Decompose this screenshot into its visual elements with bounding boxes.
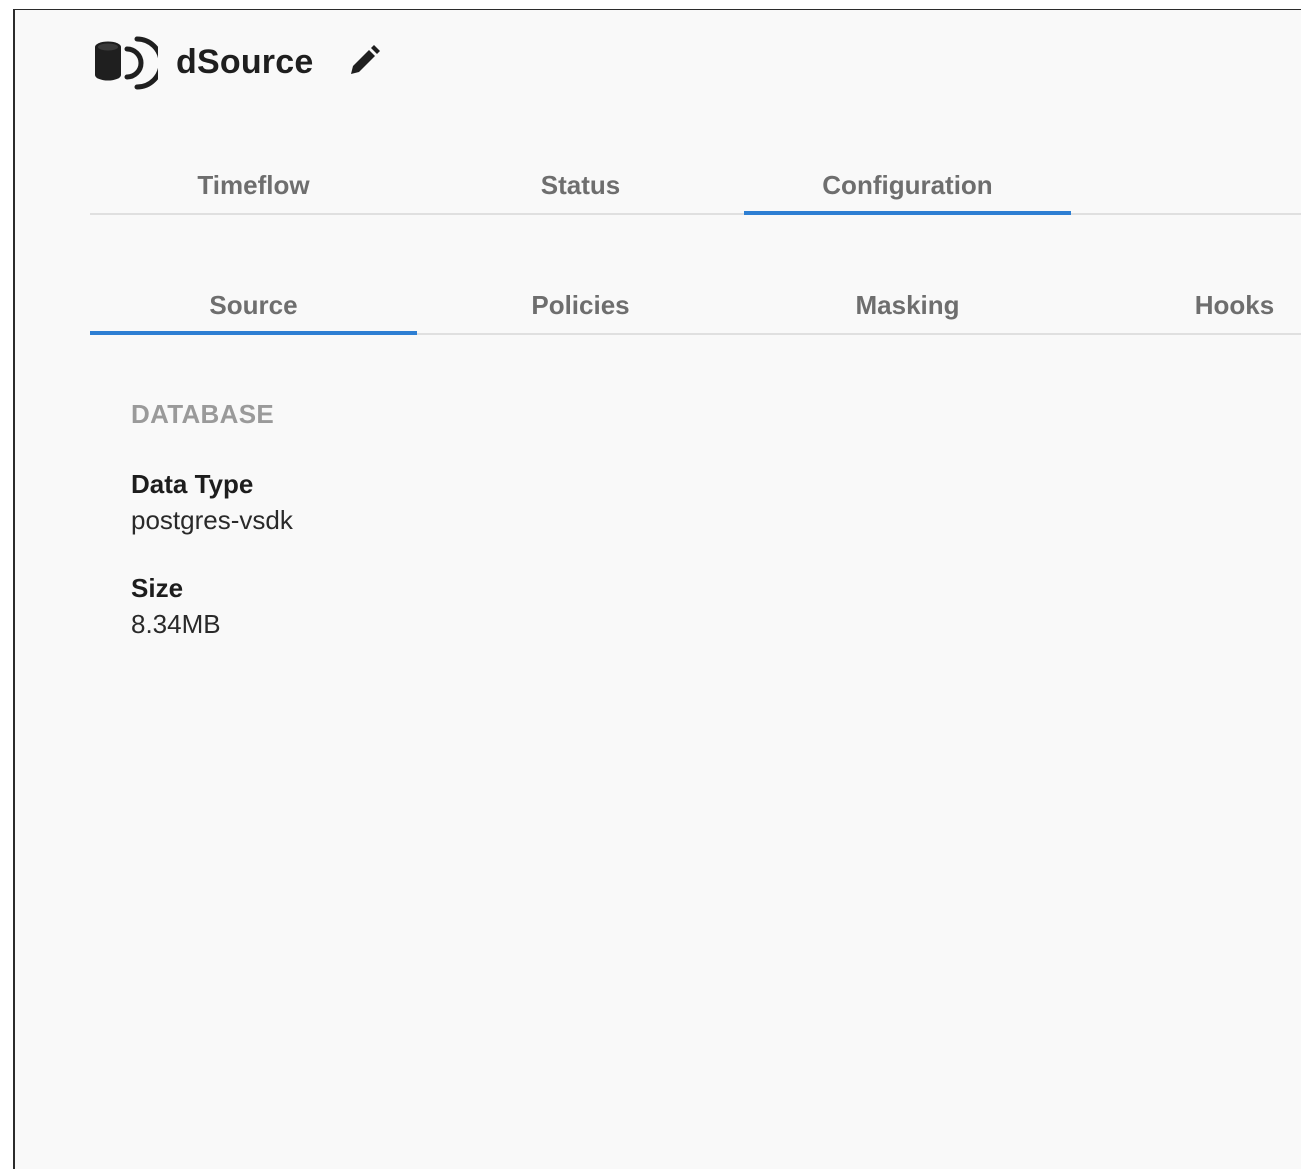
tab-policies[interactable]: Policies [417, 277, 744, 333]
page-header: dSource [92, 27, 381, 97]
content-panel: dSource Timeflow Status Configuration So… [13, 9, 1301, 1169]
tab-hooks[interactable]: Hooks [1071, 277, 1301, 333]
tab-source[interactable]: Source [90, 277, 417, 335]
tab-timeflow[interactable]: Timeflow [90, 157, 417, 213]
primary-tabs: Timeflow Status Configuration [90, 157, 1301, 215]
size-label: Size [131, 573, 184, 603]
size-value: 8.34MB [131, 609, 221, 639]
tab-status[interactable]: Status [417, 157, 744, 213]
page-title: dSource [176, 42, 314, 81]
database-broadcast-icon [95, 36, 158, 90]
secondary-tabs: Source Policies Masking Hooks [90, 277, 1301, 335]
data-type-value: postgres-vsdk [131, 505, 293, 535]
pencil-icon[interactable] [345, 44, 381, 80]
tab-configuration[interactable]: Configuration [744, 157, 1071, 215]
data-type-label: Data Type [131, 469, 254, 499]
database-section-title: DATABASE [131, 399, 274, 429]
tab-masking[interactable]: Masking [744, 277, 1071, 333]
